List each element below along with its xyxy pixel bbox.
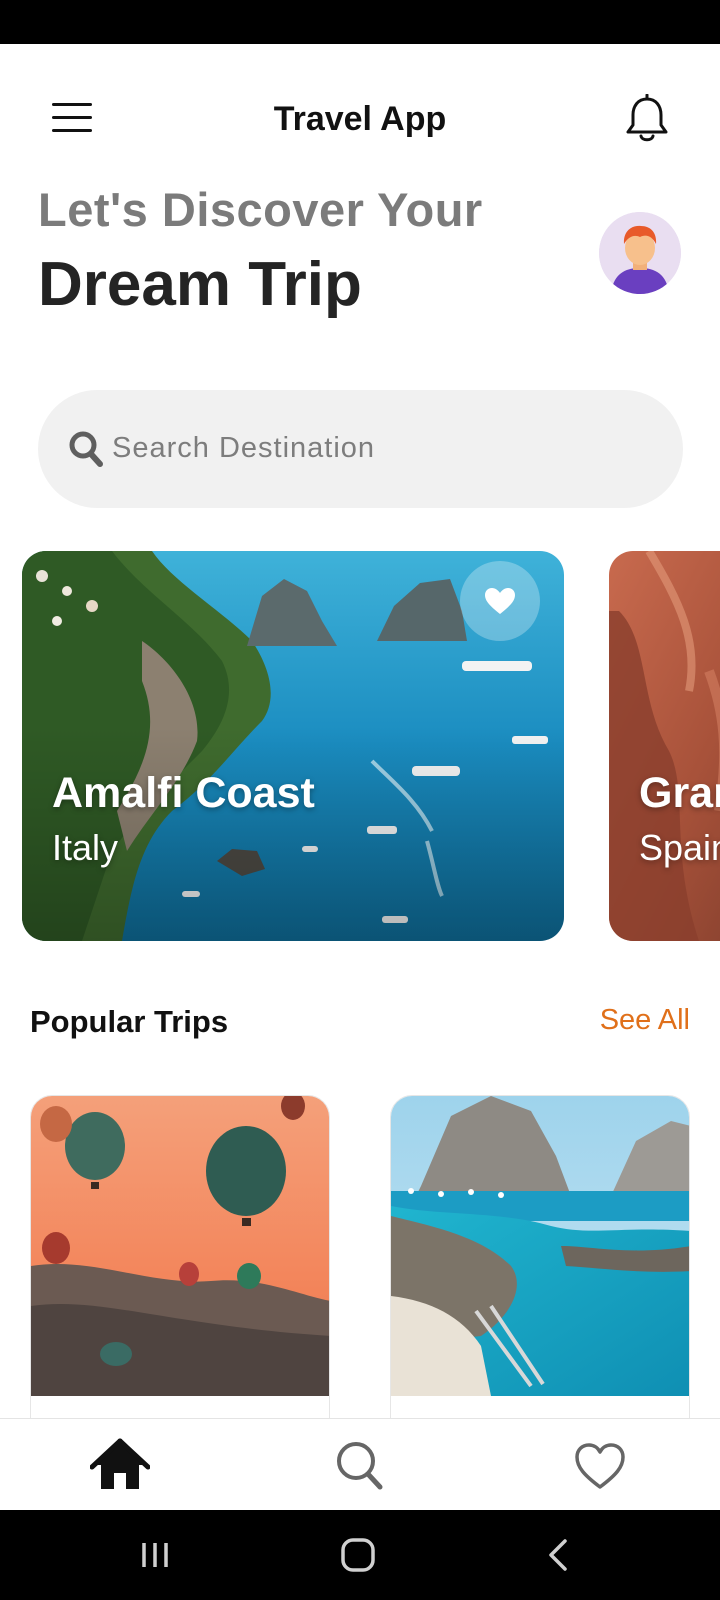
app-screen: Travel App Let's Discover Your Dream Tri…	[0, 44, 720, 1510]
nav-search[interactable]	[330, 1437, 390, 1493]
nav-home[interactable]	[89, 1437, 151, 1493]
destination-name: Amalfi Coast	[52, 769, 315, 817]
nav-favorites[interactable]	[570, 1437, 630, 1493]
heart-icon	[575, 1443, 625, 1489]
destination-carousel[interactable]: Amalfi Coast Italy Gran Spain	[0, 551, 720, 949]
search-icon	[337, 1442, 383, 1490]
favorite-button[interactable]	[460, 561, 540, 641]
app-title: Travel App	[273, 100, 447, 138]
canyon-photo	[609, 551, 720, 941]
search-icon	[69, 431, 103, 467]
top-app-bar: Travel App	[0, 44, 720, 194]
destination-country: Italy	[52, 827, 119, 868]
headline-text: Dream Trip	[38, 250, 362, 319]
system-navigation-bar	[0, 1510, 720, 1600]
system-home-icon[interactable]	[333, 1535, 383, 1575]
home-icon	[89, 1438, 151, 1489]
see-all-link[interactable]: See All	[600, 1004, 690, 1037]
notification-bell-icon[interactable]	[624, 93, 670, 144]
coastal-pool-photo	[391, 1096, 689, 1396]
destination-card-gran[interactable]: Gran Spain	[609, 551, 720, 941]
recent-apps-icon[interactable]	[132, 1535, 182, 1575]
destination-card-amalfi[interactable]: Amalfi Coast Italy	[22, 551, 564, 941]
destination-country: Spain	[639, 827, 720, 868]
search-bar	[38, 390, 683, 508]
bottom-navigation	[0, 1418, 720, 1510]
status-bar	[0, 0, 720, 44]
back-icon[interactable]	[535, 1535, 585, 1575]
search-input[interactable]	[112, 420, 652, 476]
heart-filled-icon	[485, 588, 515, 614]
popular-trips-title: Popular Trips	[30, 1004, 229, 1039]
destination-name: Gran	[639, 769, 720, 817]
balloons-photo	[31, 1096, 329, 1396]
greeting-text: Let's Discover Your	[38, 183, 483, 236]
user-avatar[interactable]	[599, 212, 681, 294]
